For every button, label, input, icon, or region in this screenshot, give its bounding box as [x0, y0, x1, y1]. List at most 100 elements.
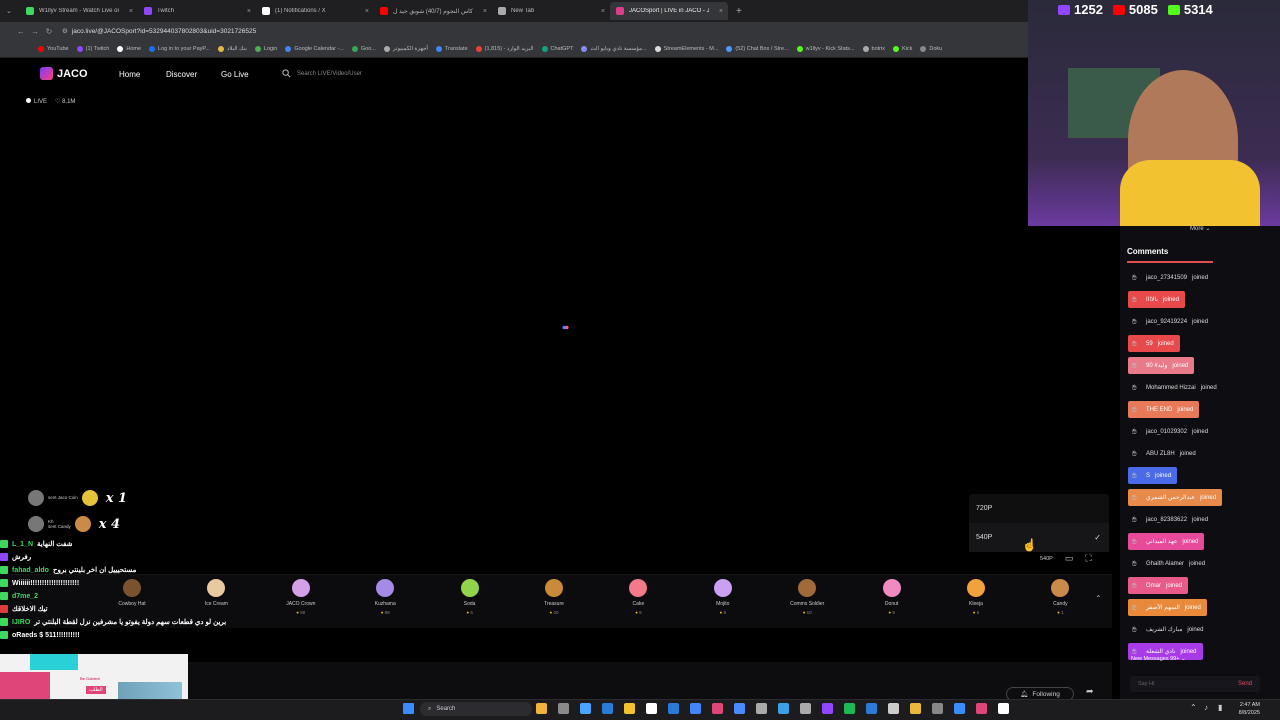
gift-item[interactable]: Treasure 20	[530, 579, 578, 615]
gift-item[interactable]: Donut 9	[868, 579, 916, 615]
taskbar-app-icon[interactable]	[558, 703, 569, 714]
taskbar-app-icon[interactable]	[998, 703, 1009, 714]
theater-mode-icon[interactable]: ▭	[1065, 553, 1074, 564]
browser-tab[interactable]: (1) Notifications / X ×	[256, 2, 374, 20]
taskbar-app-icon[interactable]	[712, 703, 723, 714]
close-tab-icon[interactable]: ×	[719, 8, 723, 15]
gift-item[interactable]: Soda 6	[446, 579, 494, 615]
bookmark-item[interactable]: Google Calendar -...	[285, 45, 344, 52]
comment-item[interactable]: ✋︎ Mohammed Hizzai joined	[1128, 379, 1223, 396]
close-tab-icon[interactable]: ×	[483, 8, 487, 15]
bookmark-item[interactable]: Translate	[435, 45, 468, 52]
quality-button[interactable]: 540P	[1040, 556, 1053, 562]
browser-tab[interactable]: New Tab ×	[492, 2, 610, 20]
taskbar-app-icon[interactable]	[888, 703, 899, 714]
browser-tab[interactable]: كأس النجوم (40/7) شوبق جيد ل... ×	[374, 2, 492, 20]
gift-item[interactable]: JACO Crown 50	[277, 579, 325, 615]
comment-item[interactable]: ✋︎ jaco_82383622 joined	[1128, 511, 1214, 528]
comment-item[interactable]: ✋︎ عهد الميداني joined	[1128, 533, 1205, 550]
bookmark-item[interactable]: مؤسسة نادي وبايو الث...	[581, 45, 647, 52]
bookmark-item[interactable]: Kick	[892, 45, 912, 52]
comment-item[interactable]: ✋︎ مبارك الشريف joined	[1128, 621, 1209, 638]
comment-item[interactable]: ✋︎ بالاااا joined	[1128, 291, 1185, 308]
taskbar-app-icon[interactable]	[954, 703, 965, 714]
comment-item[interactable]: ✋︎ jaco_92419224 joined	[1128, 313, 1214, 330]
taskbar-app-icon[interactable]	[976, 703, 987, 714]
comment-item[interactable]: ✋︎ Sjoined	[1128, 467, 1178, 484]
comment-item[interactable]: ✋︎ jaco_27341509 joined	[1128, 269, 1214, 286]
back-icon[interactable]: ←	[14, 27, 28, 36]
comment-item[interactable]: ✋︎ عبدالرحمن الشمري joined	[1128, 489, 1223, 506]
taskbar-app-icon[interactable]	[822, 703, 833, 714]
windows-start-icon[interactable]	[403, 703, 414, 714]
url-field[interactable]: jaco.live/@JACOSport?id=532944037802803&…	[72, 28, 256, 35]
new-messages-button[interactable]: New Messages 99+ ⌄	[1131, 656, 1186, 662]
browser-tab[interactable]: JACOSport | LIVE in JACO - JACO ×	[610, 2, 728, 20]
bookmark-item[interactable]: (52) Chat Box / Stre...	[726, 45, 789, 52]
taskbar-search[interactable]: ⌕ Search	[420, 702, 532, 716]
volume-icon[interactable]: ♪	[1204, 703, 1208, 712]
close-tab-icon[interactable]: ×	[601, 8, 605, 15]
forward-icon[interactable]: →	[28, 27, 42, 36]
gift-item[interactable]: Mojito 9	[699, 579, 747, 615]
gift-item[interactable]: Cake 9	[614, 579, 662, 615]
comment-item[interactable]: ✋︎ 90 #وليد joined	[1128, 357, 1195, 374]
nav-go-live[interactable]: Go Live	[221, 70, 249, 79]
reload-icon[interactable]: ↻	[42, 27, 56, 36]
taskbar-app-icon[interactable]	[602, 703, 613, 714]
taskbar-app-icon[interactable]	[932, 703, 943, 714]
nav-home[interactable]: Home	[119, 70, 140, 79]
bookmark-item[interactable]: بنك البلاد	[217, 45, 247, 52]
close-tab-icon[interactable]: ×	[247, 8, 251, 15]
more-button[interactable]: More ⌄	[1190, 225, 1210, 232]
send-button[interactable]: Send	[1238, 681, 1252, 687]
quality-option-720p[interactable]: 720P	[969, 494, 1109, 523]
site-search[interactable]: Search LIVE/Video/User	[282, 69, 362, 78]
gift-item[interactable]: Comms Soldier 10	[783, 579, 831, 615]
bookmark-item[interactable]: Goo...	[351, 45, 376, 52]
site-info-icon[interactable]: ⚙	[62, 27, 68, 35]
fullscreen-icon[interactable]: ⛶	[1085, 553, 1091, 564]
gift-item[interactable]: Kuzhama 99	[361, 579, 409, 615]
taskbar-app-icon[interactable]	[800, 703, 811, 714]
taskbar-app-icon[interactable]	[734, 703, 745, 714]
bookmark-item[interactable]: w1llyv - Kick Stats...	[796, 45, 855, 52]
bookmark-item[interactable]: (1) Twitch	[76, 45, 109, 52]
browser-tab[interactable]: W1llyv Stream - Watch Live on ×	[20, 2, 138, 20]
wifi-icon[interactable]: ⌃	[1190, 703, 1197, 712]
chevron-up-icon[interactable]: ⌃	[1095, 594, 1102, 603]
quality-option-540p[interactable]: 540P ✓	[969, 523, 1109, 552]
comment-item[interactable]: ✋︎ jaco_01029302 joined	[1128, 423, 1214, 440]
bookmark-item[interactable]: StreamElements - M...	[654, 45, 718, 52]
bookmark-item[interactable]: Log in to your PayP...	[149, 45, 210, 52]
taskbar-app-icon[interactable]	[646, 703, 657, 714]
gift-item[interactable]: Candy 1	[1036, 579, 1084, 615]
taskbar-app-icon[interactable]	[668, 703, 679, 714]
taskbar-app-icon[interactable]	[866, 703, 877, 714]
tab-list-icon[interactable]: ⌄	[6, 7, 20, 15]
gift-item[interactable]: Kleeja 6	[952, 579, 1000, 615]
bookmark-item[interactable]: Login	[254, 45, 277, 52]
taskbar-app-icon[interactable]	[690, 703, 701, 714]
bookmark-item[interactable]: أجهزة الكمبيوتر	[383, 45, 428, 52]
close-tab-icon[interactable]: ×	[129, 8, 133, 15]
bookmark-item[interactable]: YouTube	[38, 45, 69, 52]
taskbar-app-icon[interactable]	[844, 703, 855, 714]
comment-item[interactable]: ✋︎ ABU ZL8H joined	[1128, 445, 1202, 462]
browser-tab[interactable]: Twitch ×	[138, 2, 256, 20]
bookmark-item[interactable]: ChatGPT	[541, 45, 573, 52]
comment-item[interactable]: ✋︎ 59 joined	[1128, 335, 1180, 352]
new-tab-button[interactable]: +	[736, 6, 742, 17]
taskbar-clock[interactable]: 2:47 AM 8/8/2025	[1232, 701, 1260, 717]
taskbar-app-icon[interactable]	[580, 703, 591, 714]
close-tab-icon[interactable]: ×	[365, 8, 369, 15]
nav-discover[interactable]: Discover	[166, 70, 197, 79]
bookmark-item[interactable]: Home	[117, 45, 141, 52]
taskbar-app-icon[interactable]	[778, 703, 789, 714]
battery-icon[interactable]: ▮	[1218, 703, 1222, 712]
taskbar-app-icon[interactable]	[536, 703, 547, 714]
share-icon[interactable]: ➦	[1086, 686, 1094, 697]
taskbar-app-icon[interactable]	[624, 703, 635, 714]
comment-item[interactable]: ✋︎ Omar joined	[1128, 577, 1189, 594]
comment-item[interactable]: ✋︎ Ghaith Alamer joined	[1128, 555, 1211, 572]
